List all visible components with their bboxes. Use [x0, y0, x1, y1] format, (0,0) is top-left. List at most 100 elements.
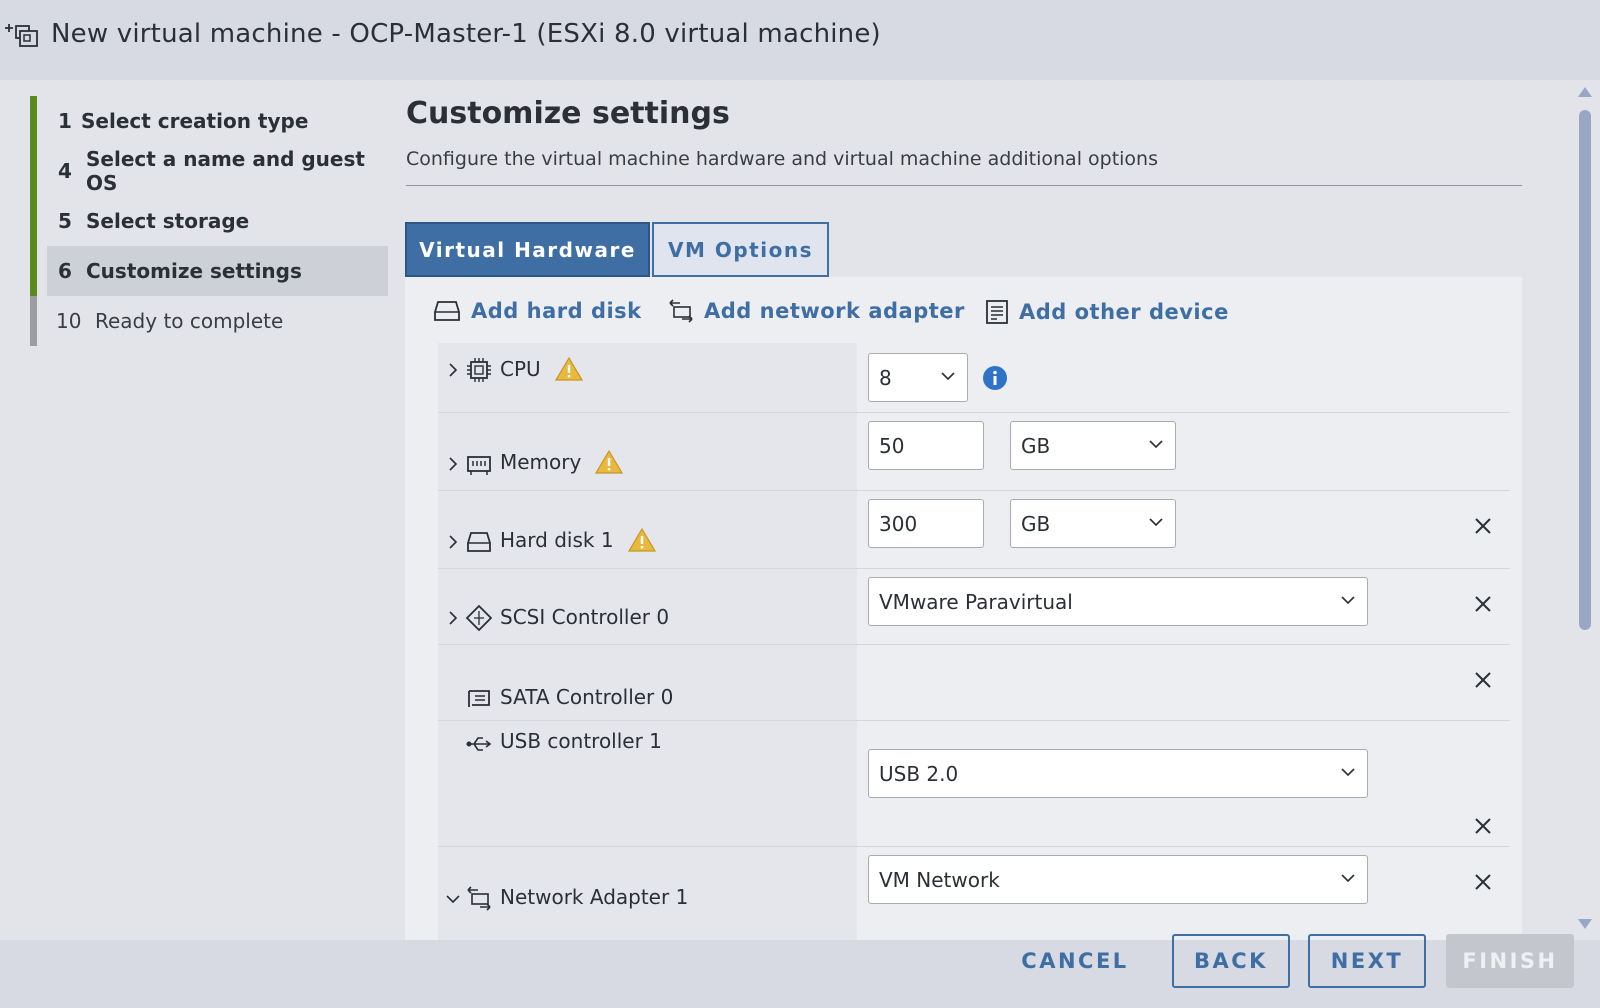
- device-row-sata-controller: SATA Controller 0: [438, 645, 1510, 721]
- add-hard-disk-label: Add hard disk: [471, 299, 642, 323]
- chevron-right-icon[interactable]: [446, 535, 460, 549]
- hard-disk-icon: [467, 532, 491, 552]
- wizard-steps: 1 Select creation type 4 Select a name a…: [0, 80, 388, 940]
- step-number: 1: [58, 109, 72, 133]
- warning-icon: [554, 356, 583, 381]
- step-select-creation-type[interactable]: 1 Select creation type: [30, 96, 388, 146]
- step-customize-settings[interactable]: 6 Customize settings: [30, 246, 388, 296]
- page-subtitle: Configure the virtual machine hardware a…: [406, 148, 1158, 170]
- remove-hard-disk-close-icon[interactable]: [1474, 517, 1492, 535]
- page-title: Customize settings: [406, 96, 730, 131]
- chevron-right-icon[interactable]: [446, 611, 460, 625]
- step-progress-bar: [30, 296, 37, 346]
- step-progress-bar: [30, 146, 37, 196]
- device-row-usb-controller: USB controller 1 USB 2.0: [438, 721, 1510, 847]
- step-progress-bar: [30, 96, 37, 146]
- usb-controller-type-value: USB 2.0: [879, 761, 959, 786]
- scrollbar-thumb[interactable]: [1579, 110, 1591, 630]
- device-label-memory: Memory: [500, 450, 582, 474]
- hard-disk-icon: [434, 301, 460, 321]
- remove-network-adapter-close-icon[interactable]: [1474, 873, 1492, 891]
- step-label: Select creation type: [81, 109, 309, 133]
- device-label-hard-disk: Hard disk 1: [500, 528, 614, 552]
- virtual-hardware-panel: Add hard disk Add network adapter Add ot…: [405, 277, 1522, 940]
- device-label-scsi-controller: SCSI Controller 0: [500, 605, 670, 629]
- add-other-device-button[interactable]: Add other device: [985, 299, 1229, 325]
- title-bar: New virtual machine - OCP-Master-1 (ESXi…: [0, 0, 1600, 80]
- chevron-down-icon: [1341, 596, 1355, 605]
- divider: [406, 185, 1522, 186]
- chevron-down-icon[interactable]: [446, 892, 460, 906]
- other-device-icon: [986, 300, 1008, 324]
- scroll-up-arrow-icon[interactable]: [1577, 86, 1593, 98]
- hard-disk-unit-select[interactable]: GB: [1010, 499, 1176, 548]
- usb-controller-type-select[interactable]: USB 2.0: [868, 749, 1368, 798]
- next-button[interactable]: NEXT: [1308, 934, 1426, 988]
- scroll-down-arrow-icon[interactable]: [1577, 918, 1593, 930]
- step-label: Select storage: [86, 209, 250, 233]
- step-ready-to-complete[interactable]: 10 Ready to complete: [30, 296, 388, 346]
- step-progress-bar: [30, 196, 37, 246]
- device-label-network-adapter: Network Adapter 1: [500, 885, 689, 909]
- step-number: 5: [58, 209, 72, 233]
- step-number: 10: [56, 309, 82, 333]
- step-label: Ready to complete: [95, 309, 284, 333]
- back-button[interactable]: BACK: [1172, 934, 1290, 988]
- add-network-adapter-button[interactable]: Add network adapter: [668, 299, 965, 323]
- chevron-down-icon: [1149, 518, 1163, 527]
- tab-vm-options[interactable]: VM Options: [652, 222, 829, 277]
- wizard-footer: CANCEL BACK NEXT FINISH: [0, 934, 1600, 1008]
- remove-usb-controller-close-icon[interactable]: [1474, 817, 1492, 835]
- network-adapter-icon: [467, 886, 491, 911]
- step-select-storage[interactable]: 5 Select storage: [30, 196, 388, 246]
- warning-icon: [595, 449, 624, 474]
- hard-disk-unit-value: GB: [1021, 511, 1051, 536]
- network-adapter-icon: [669, 299, 693, 323]
- hard-disk-size-input[interactable]: [868, 499, 984, 548]
- scsi-controller-type-select[interactable]: VMware Paravirtual: [868, 577, 1368, 626]
- window-title: New virtual machine - OCP-Master-1 (ESXi…: [51, 19, 881, 49]
- cancel-button[interactable]: CANCEL: [1010, 934, 1140, 988]
- usb-icon: [466, 737, 492, 751]
- cpu-count-select[interactable]: 8: [868, 353, 968, 402]
- step-progress-bar: [30, 246, 37, 296]
- scsi-controller-icon: [466, 605, 492, 631]
- main-content: Customize settings Configure the virtual…: [388, 80, 1570, 940]
- device-row-cpu: CPU 8: [438, 343, 1510, 413]
- memory-unit-select[interactable]: GB: [1010, 421, 1176, 470]
- add-hard-disk-button[interactable]: Add hard disk: [433, 299, 642, 323]
- remove-scsi-controller-close-icon[interactable]: [1474, 595, 1492, 613]
- chevron-right-icon[interactable]: [446, 363, 460, 377]
- finish-button[interactable]: FINISH: [1446, 934, 1574, 988]
- step-number: 6: [58, 259, 72, 283]
- tab-virtual-hardware[interactable]: Virtual Hardware: [405, 222, 650, 277]
- device-label-cpu: CPU: [500, 357, 541, 381]
- device-row-hard-disk: Hard disk 1 GB: [438, 491, 1510, 569]
- device-row-network-adapter: Network Adapter 1 VM Network: [438, 847, 1510, 940]
- chevron-down-icon: [1149, 440, 1163, 449]
- device-label-usb-controller: USB controller 1: [500, 729, 662, 753]
- device-row-memory: Memory GB: [438, 413, 1510, 491]
- cpu-icon: [467, 358, 491, 382]
- chevron-down-icon: [1341, 874, 1355, 883]
- step-number: 4: [58, 159, 72, 183]
- new-vm-icon: [5, 24, 38, 47]
- memory-icon: [467, 456, 491, 475]
- cpu-count-value: 8: [879, 365, 892, 390]
- memory-unit-value: GB: [1021, 433, 1051, 458]
- network-value: VM Network: [879, 867, 1000, 892]
- network-select[interactable]: VM Network: [868, 855, 1368, 904]
- chevron-down-icon: [1341, 768, 1355, 777]
- info-icon[interactable]: [982, 365, 1008, 391]
- warning-icon: [627, 527, 656, 552]
- vertical-scrollbar[interactable]: [1570, 80, 1600, 940]
- step-select-name-guest-os[interactable]: 4 Select a name and guest OS: [30, 146, 388, 196]
- chevron-right-icon[interactable]: [446, 457, 460, 471]
- add-network-adapter-label: Add network adapter: [704, 299, 965, 323]
- add-other-device-label: Add other device: [1019, 300, 1229, 324]
- chevron-down-icon: [941, 372, 955, 381]
- step-label: Select a name and guest OS: [86, 147, 365, 195]
- step-label: Customize settings: [86, 259, 302, 283]
- remove-sata-controller-close-icon[interactable]: [1474, 671, 1492, 689]
- memory-size-input[interactable]: [868, 421, 984, 470]
